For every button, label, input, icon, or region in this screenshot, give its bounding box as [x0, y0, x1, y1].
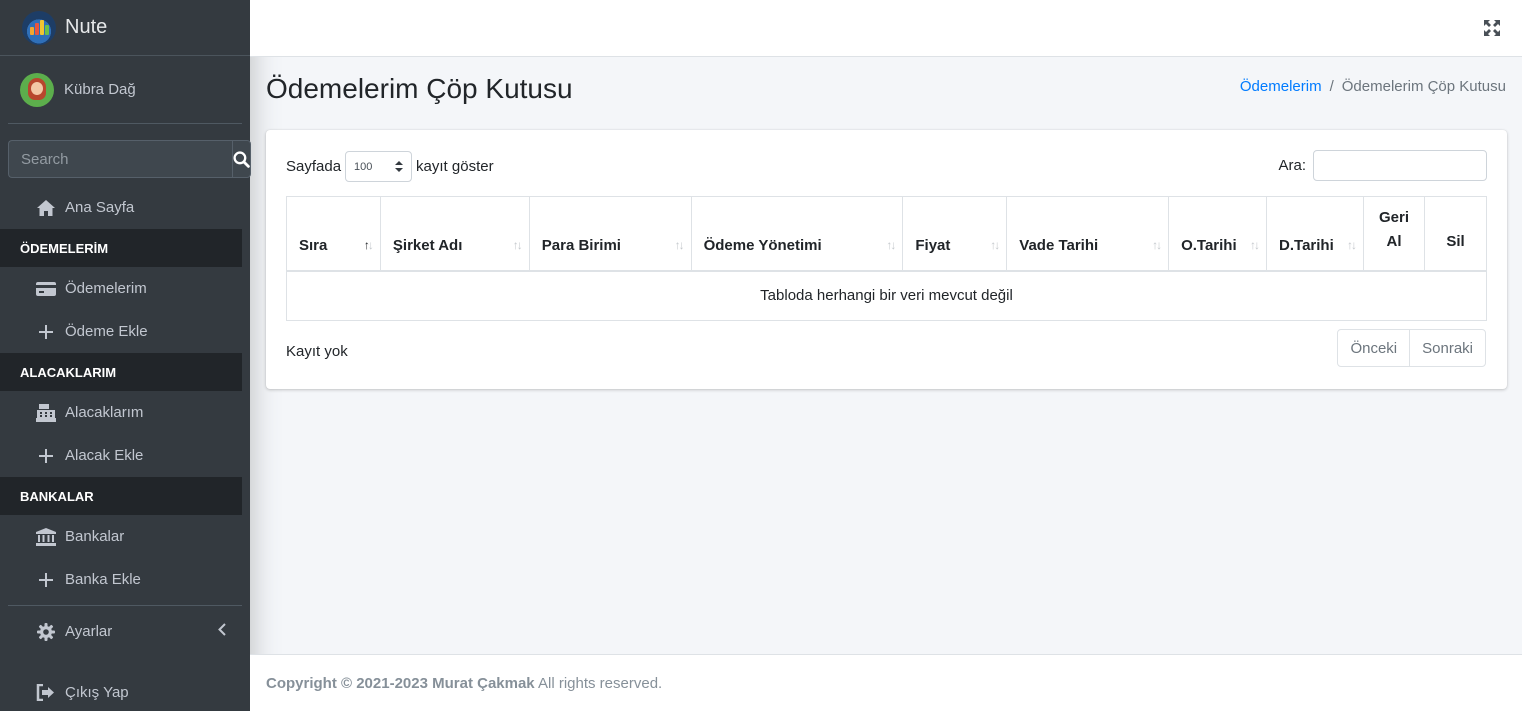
table-info: Kayıt yok: [286, 343, 348, 360]
sort-icon: ↑↓: [512, 237, 523, 252]
sidebar-item-settings[interactable]: Ayarlar: [8, 610, 242, 653]
table-header-row: Sıra ↑↓ Şirket Adı ↑↓ Para Birimi ↑↓ Ödeme …: [286, 196, 1488, 272]
length-prefix: Sayfada: [286, 158, 342, 175]
column-header-o-tarihi[interactable]: O.Tarihi ↑↓: [1168, 196, 1268, 272]
home-icon: [36, 198, 56, 218]
table-search-input[interactable]: [1313, 150, 1487, 181]
footer: Copyright © 2021-2023 Murat Çakmak All r…: [250, 654, 1522, 711]
sidebar-item-payments[interactable]: Ödemelerim: [8, 267, 242, 310]
footer-rights: All rights reserved.: [534, 674, 663, 692]
credit-card-icon: [36, 279, 56, 299]
sidebar-item-label: Ödemelerim: [65, 280, 147, 297]
pagination: Önceki Sonraki: [1337, 329, 1486, 367]
footer-copyright: Copyright © 2021-2023 Murat Çakmak: [266, 674, 535, 692]
table-row: Tabloda herhangi bir veri mevcut değil: [286, 270, 1487, 321]
sidebar-item-add-bank[interactable]: Banka Ekle: [8, 558, 242, 601]
column-header-sil: Sil: [1423, 196, 1488, 272]
sidebar-item-label: Ayarlar: [65, 623, 113, 640]
sidebar-item-label: Alacak Ekle: [65, 447, 144, 464]
section-header-banks: BANKALAR: [0, 477, 242, 515]
section-header-payments: ÖDEMELERİM: [0, 229, 242, 267]
next-page-button[interactable]: Sonraki: [1409, 330, 1485, 366]
page-length-select[interactable]: 100: [345, 151, 413, 182]
section-header-receivables: ALACAKLARIM: [0, 353, 242, 391]
sidebar-item-label: Banka Ekle: [65, 571, 141, 588]
sidebar-item-home[interactable]: Ana Sayfa: [8, 186, 242, 229]
search-button[interactable]: [232, 140, 251, 178]
column-header-odeme-yonetimi[interactable]: Ödeme Yönetimi ↑↓: [690, 196, 904, 272]
cash-register-icon: [36, 403, 56, 423]
sidebar-item-receivables[interactable]: Alacaklarım: [8, 391, 242, 434]
expand-icon[interactable]: [1484, 20, 1500, 36]
sign-out-icon: [36, 683, 56, 703]
sidebar-item-label: Bankalar: [65, 528, 125, 545]
chevron-left-icon[interactable]: [218, 622, 226, 641]
sort-icon: ↑↓: [674, 237, 685, 252]
sidebar-item-label: Ödeme Ekle: [65, 323, 148, 340]
page-title: Ödemelerim Çöp Kutusu: [266, 73, 573, 104]
sidebar-item-label: Alacaklarım: [65, 404, 144, 421]
sidebar-item-logout[interactable]: Çıkış Yap: [8, 671, 242, 711]
sort-asc-icon: ↑↓: [363, 237, 374, 252]
page-length-control: Sayfada 100 kayıt göster: [286, 151, 494, 182]
sidebar-item-banks[interactable]: Bankalar: [8, 515, 242, 558]
sort-icon: ↑↓: [1250, 237, 1260, 252]
plus-icon: [36, 322, 56, 342]
brand-link[interactable]: Nute: [0, 0, 250, 56]
table-filter: Ara:: [1278, 150, 1487, 181]
sidebar-item-add-receivable[interactable]: Alacak Ekle: [8, 434, 242, 477]
sort-icon: ↑↓: [886, 237, 896, 252]
plus-icon: [36, 446, 56, 466]
column-header-sirket-adi[interactable]: Şirket Adı ↑↓: [379, 196, 530, 272]
length-suffix: kayıt göster: [416, 158, 494, 175]
bank-icon: [36, 527, 56, 547]
breadcrumb-link[interactable]: Ödemelerim: [1240, 78, 1322, 95]
sidebar-item-label: Çıkış Yap: [65, 684, 129, 701]
sidebar-divider: [8, 605, 242, 606]
breadcrumb-current: Ödemelerim Çöp Kutusu: [1341, 78, 1506, 95]
sidebar: Nute Kübra Dağ Ana Sayfa ÖDEMELERİM Ödem…: [0, 0, 251, 711]
column-header-para-birimi[interactable]: Para Birimi ↑↓: [528, 196, 692, 272]
gear-icon: [36, 622, 56, 642]
select-arrows-icon: [395, 161, 404, 172]
trash-table: Sıra ↑↓ Şirket Adı ↑↓ Para Birimi ↑↓ Ödeme …: [286, 196, 1488, 321]
breadcrumb: Ödemelerim / Ödemelerim Çöp Kutusu: [1240, 78, 1506, 95]
column-header-geri-al: Geri Al: [1363, 196, 1425, 272]
avatar: [20, 72, 54, 107]
chart-logo-icon: [22, 10, 56, 45]
filter-label: Ara:: [1278, 157, 1306, 174]
sort-icon: ↑↓: [990, 237, 1000, 252]
sort-icon: ↑↓: [1152, 237, 1162, 252]
user-panel[interactable]: Kübra Dağ: [8, 56, 242, 124]
user-name: Kübra Dağ: [64, 81, 136, 98]
brand-name: Nute: [65, 16, 108, 38]
breadcrumb-separator: /: [1329, 78, 1334, 95]
sidebar-item-add-payment[interactable]: Ödeme Ekle: [8, 310, 242, 353]
top-navbar: [250, 0, 1522, 57]
previous-page-button[interactable]: Önceki: [1338, 330, 1409, 366]
search-input[interactable]: [8, 140, 232, 178]
sort-icon: ↑↓: [1347, 237, 1357, 252]
column-header-fiyat[interactable]: Fiyat ↑↓: [902, 196, 1008, 272]
content-header: Ödemelerim Çöp Kutusu Ödemelerim / Ödemele…: [266, 70, 1506, 110]
sidebar-search: [8, 140, 251, 178]
search-icon: [233, 150, 250, 168]
column-header-d-tarihi[interactable]: D.Tarihi ↑↓: [1266, 196, 1364, 272]
column-header-sira[interactable]: Sıra ↑↓: [286, 196, 381, 272]
trash-card: Sayfada 100 kayıt göster Ara: Sıra ↑↓ Şir…: [266, 130, 1507, 389]
page-length-value: 100: [354, 160, 373, 173]
empty-table-message: Tabloda herhangi bir veri mevcut değil: [286, 270, 1487, 321]
column-header-vade-tarihi[interactable]: Vade Tarihi ↑↓: [1006, 196, 1170, 272]
sidebar-item-label: Ana Sayfa: [65, 199, 135, 216]
plus-icon: [36, 570, 56, 590]
